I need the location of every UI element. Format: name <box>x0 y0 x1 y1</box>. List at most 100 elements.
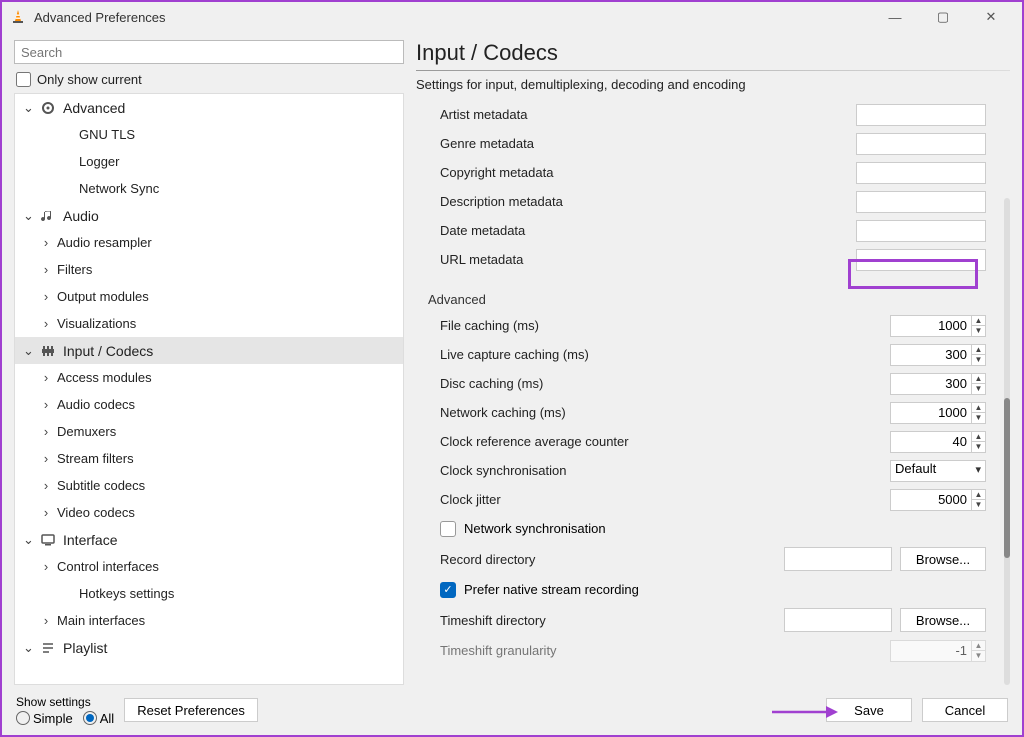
tree-label: Access modules <box>57 370 152 385</box>
spinner-buttons[interactable]: ▲▼ <box>971 490 985 510</box>
metadata-input-3[interactable] <box>856 191 986 213</box>
tree-item-advanced[interactable]: ⌄Advanced <box>15 94 403 121</box>
chevron-right-icon: › <box>41 289 51 304</box>
tree-item-gnu-tls[interactable]: GNU TLS <box>15 121 403 148</box>
tree-label: Output modules <box>57 289 149 304</box>
chevron-right-icon: › <box>41 478 51 493</box>
spinner-buttons[interactable]: ▲▼ <box>971 641 985 661</box>
tree-item-logger[interactable]: Logger <box>15 148 403 175</box>
chevron-right-icon: › <box>41 397 51 412</box>
metadata-row: Date metadata <box>416 216 996 245</box>
metadata-input-0[interactable] <box>856 104 986 126</box>
tree-label: Video codecs <box>57 505 135 520</box>
show-settings-label: Show settings <box>16 695 114 709</box>
timeshift-dir-browse-button[interactable]: Browse... <box>900 608 986 632</box>
minimize-button[interactable]: — <box>872 3 918 31</box>
spinner-buttons[interactable]: ▲▼ <box>971 432 985 452</box>
gear-icon <box>39 99 57 117</box>
codec-icon <box>39 342 57 360</box>
tree-item-audio-codecs[interactable]: › Audio codecs <box>15 391 403 418</box>
tree-label: Visualizations <box>57 316 136 331</box>
tree-item-control-interfaces[interactable]: › Control interfaces <box>15 553 403 580</box>
chevron-right-icon: › <box>41 316 51 331</box>
audio-icon <box>39 207 57 225</box>
metadata-input-1[interactable] <box>856 133 986 155</box>
clock-sync-dropdown[interactable]: Default <box>890 460 986 482</box>
tree-item-video-codecs[interactable]: › Video codecs <box>15 499 403 526</box>
tree-label: Interface <box>63 532 117 548</box>
tree-item-output-modules[interactable]: › Output modules <box>15 283 403 310</box>
timeshift-dir-input[interactable] <box>784 608 892 632</box>
chevron-right-icon: › <box>41 262 51 277</box>
spinner-buttons[interactable]: ▲▼ <box>971 316 985 336</box>
record-dir-input[interactable] <box>784 547 892 571</box>
tree-item-hotkeys-settings[interactable]: Hotkeys settings <box>15 580 403 607</box>
tree-label: Audio codecs <box>57 397 135 412</box>
tree-label: Filters <box>57 262 92 277</box>
tree-item-network-sync[interactable]: Network Sync <box>15 175 403 202</box>
tree-label: Audio <box>63 208 99 224</box>
vlc-cone-icon <box>10 9 26 25</box>
chevron-down-icon: ⌄ <box>23 208 33 224</box>
tree-item-playlist[interactable]: ⌄Playlist <box>15 634 403 661</box>
tree-label: Input / Codecs <box>63 343 153 359</box>
spinner-buttons[interactable]: ▲▼ <box>971 374 985 394</box>
close-button[interactable]: ✕ <box>968 3 1014 31</box>
metadata-input-5[interactable] <box>856 249 986 271</box>
network-sync-checkbox[interactable] <box>440 521 456 537</box>
tree-item-visualizations[interactable]: › Visualizations <box>15 310 403 337</box>
preferences-tree[interactable]: ⌄AdvancedGNU TLSLogger Network Sync ⌄ Audio… <box>14 93 404 685</box>
spinner-buttons[interactable]: ▲▼ <box>971 403 985 423</box>
tree-item-main-interfaces[interactable]: › Main interfaces <box>15 607 403 634</box>
chevron-down-icon: ⌄ <box>23 343 33 359</box>
chevron-right-icon: › <box>41 613 51 628</box>
only-show-current-checkbox[interactable]: Only show current <box>16 72 404 87</box>
spinner-buttons[interactable]: ▲▼ <box>971 345 985 365</box>
tree-label: Hotkeys settings <box>79 586 174 601</box>
tree-item-filters[interactable]: › Filters <box>15 256 403 283</box>
metadata-row: Copyright metadata <box>416 158 996 187</box>
metadata-row: Description metadata <box>416 187 996 216</box>
tree-item-access-modules[interactable]: › Access modules <box>15 364 403 391</box>
chevron-down-icon: ⌄ <box>23 532 33 548</box>
prefer-native-checkbox[interactable]: ✓ <box>440 582 456 598</box>
tree-item-input-codecs[interactable]: ⌄ Input / Codecs <box>15 337 403 364</box>
tree-item-stream-filters[interactable]: ›Stream filters <box>15 445 403 472</box>
tree-label: Control interfaces <box>57 559 159 574</box>
record-dir-browse-button[interactable]: Browse... <box>900 547 986 571</box>
radio-simple[interactable]: Simple <box>16 711 73 726</box>
tree-item-audio[interactable]: ⌄ Audio <box>15 202 403 229</box>
chevron-right-icon: › <box>41 235 51 250</box>
chevron-right-icon: › <box>41 451 51 466</box>
tree-item-audio-resampler[interactable]: › Audio resampler <box>15 229 403 256</box>
section-advanced: Advanced <box>416 286 996 311</box>
page-title: Input / Codecs <box>416 40 1010 66</box>
tree-label: Demuxers <box>57 424 116 439</box>
tree-label: Network Sync <box>79 181 159 196</box>
settings-scrollbar[interactable] <box>1004 198 1010 685</box>
metadata-row: Artist metadata <box>416 100 996 129</box>
tree-item-subtitle-codecs[interactable]: › Subtitle codecs <box>15 472 403 499</box>
reset-preferences-button[interactable]: Reset Preferences <box>124 698 258 722</box>
tree-label: Audio resampler <box>57 235 152 250</box>
chevron-right-icon: › <box>41 559 51 574</box>
tree-item-demuxers[interactable]: › Demuxers <box>15 418 403 445</box>
save-button[interactable]: Save <box>826 698 912 722</box>
metadata-row: Genre metadata <box>416 129 996 158</box>
chevron-right-icon: › <box>41 370 51 385</box>
tree-label: Subtitle codecs <box>57 478 145 493</box>
metadata-row: URL metadata <box>416 245 996 274</box>
search-input[interactable] <box>14 40 404 64</box>
chevron-right-icon: › <box>41 505 51 520</box>
chevron-right-icon: › <box>41 424 51 439</box>
maximize-button[interactable]: ▢ <box>920 3 966 31</box>
tree-label: Main interfaces <box>57 613 145 628</box>
interface-icon <box>39 531 57 549</box>
metadata-input-2[interactable] <box>856 162 986 184</box>
radio-all[interactable]: All <box>83 711 114 726</box>
playlist-icon <box>39 639 57 657</box>
tree-item-interface[interactable]: ⌄ Interface <box>15 526 403 553</box>
window-title: Advanced Preferences <box>34 10 166 25</box>
metadata-input-4[interactable] <box>856 220 986 242</box>
cancel-button[interactable]: Cancel <box>922 698 1008 722</box>
